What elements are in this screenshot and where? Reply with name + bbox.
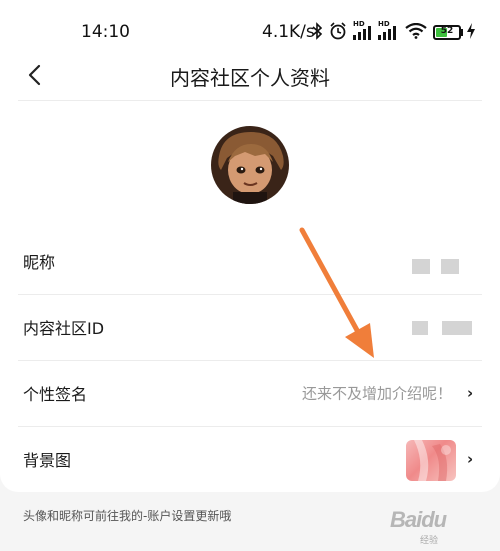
nickname-redaction [412,259,430,274]
signal-hd-icon [353,24,371,40]
signal-hd-icon [378,24,396,40]
row-signature[interactable]: 个性签名 还来不及增加介绍呢！ › [0,360,500,426]
footer-tip: 头像和昵称可前往我的-账户设置更新哦 [23,509,232,523]
community-id-label: 内容社区ID [23,319,105,338]
battery-level: 52 [440,26,454,36]
avatar-image [211,126,289,204]
network-speed: 4.1K/s [262,22,315,42]
chevron-right-icon: › [467,384,474,402]
watermark-logo: Baidu [390,507,447,532]
row-nickname[interactable]: 昵称 [0,228,500,294]
alarm-icon [329,22,347,45]
baidu-watermark: Baidu 经验 [390,499,498,549]
community-id-redaction [442,321,472,335]
bluetooth-icon [312,22,323,45]
avatar[interactable] [211,126,289,204]
watermark-sub: 经验 [420,536,439,546]
charging-icon [466,22,476,45]
chevron-right-icon: › [467,450,474,468]
background-thumbnail[interactable] [406,440,456,481]
nickname-label: 昵称 [23,253,56,272]
page-header: 内容社区个人资料 [0,52,500,100]
signature-value: 还来不及增加介绍呢！ [301,384,452,403]
battery-cap [461,29,463,36]
nickname-redaction [441,259,459,274]
page-title: 内容社区个人资料 [170,66,330,90]
row-community-id[interactable]: 内容社区ID [0,294,500,360]
status-time: 14:10 [81,22,130,42]
background-label: 背景图 [23,451,72,470]
signature-label: 个性签名 [23,385,88,404]
community-id-redaction [412,321,428,335]
header-divider [18,100,482,101]
wifi-icon [405,22,427,44]
battery-icon: 52 [433,25,461,40]
background-thumbnail-image [414,440,451,481]
